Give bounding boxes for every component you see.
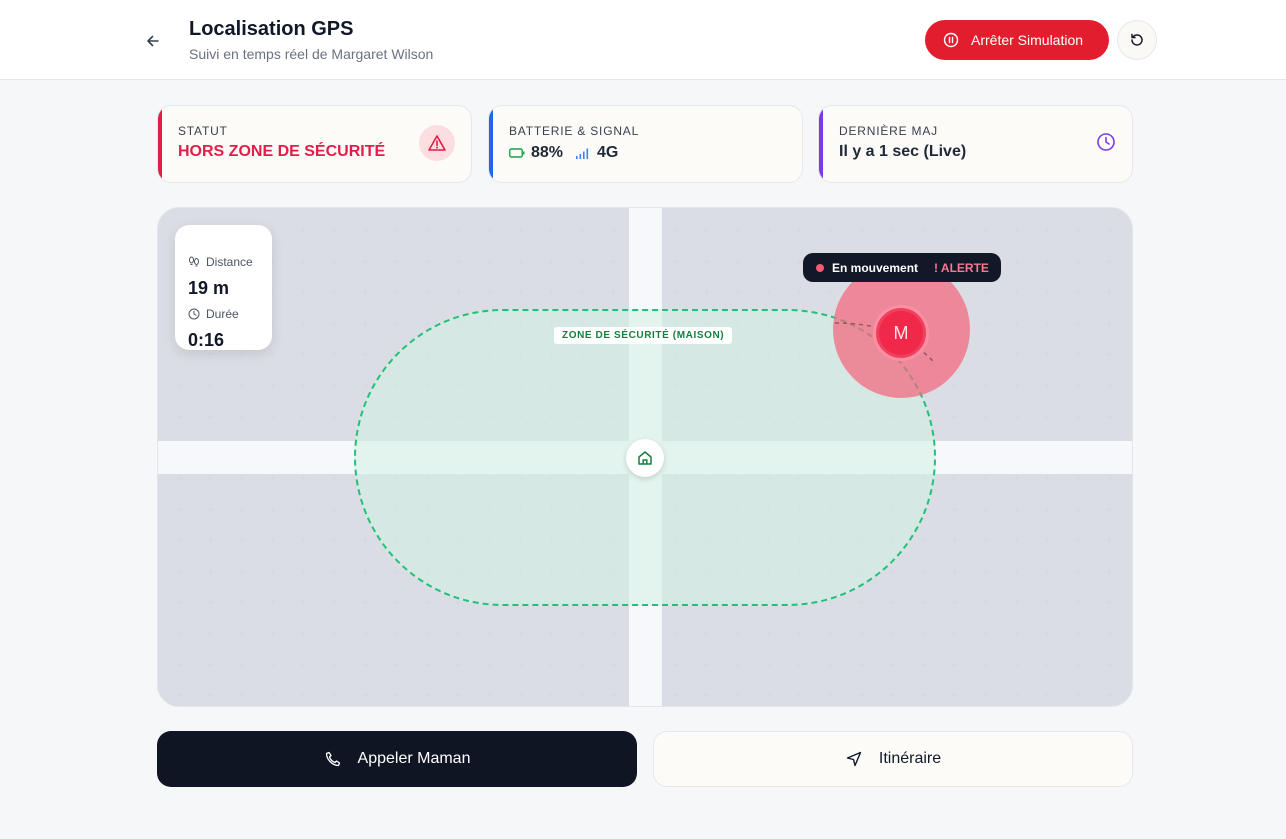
duration-value: 0:16 bbox=[188, 330, 225, 350]
status-card: STATUT HORS ZONE DE SÉCURITÉ bbox=[157, 105, 472, 183]
alert-label: ! ALERTE bbox=[934, 260, 989, 275]
stop-simulation-button[interactable]: Arrêter Simulation bbox=[925, 20, 1109, 60]
reset-button[interactable] bbox=[1117, 20, 1157, 60]
battery-icon bbox=[509, 148, 525, 158]
distance-value: 19 m bbox=[188, 278, 230, 298]
distance-row: Distance bbox=[188, 255, 253, 269]
status-accent bbox=[158, 106, 162, 182]
page-subtitle: Suivi en temps réel de Margaret Wilson bbox=[189, 46, 434, 62]
safety-zone-label: ZONE DE SÉCURITÉ (MAISON) bbox=[554, 327, 733, 344]
update-value: Il y a 1 sec (Live) bbox=[839, 143, 967, 160]
footprints-icon bbox=[189, 256, 199, 267]
signal-icon bbox=[576, 148, 589, 159]
duration-row: Durée bbox=[188, 307, 239, 321]
clock-small-icon bbox=[188, 308, 200, 320]
stop-simulation-label: Arrêter Simulation bbox=[971, 32, 1084, 48]
back-button[interactable] bbox=[140, 28, 166, 54]
phone-icon bbox=[325, 751, 340, 767]
update-label: DERNIÈRE MAJ bbox=[839, 124, 938, 138]
last-update-card: DERNIÈRE MAJ Il y a 1 sec (Live) bbox=[818, 105, 1133, 183]
warning-badge bbox=[419, 125, 455, 161]
signal-value: 4G bbox=[597, 144, 619, 161]
battery-signal-card: BATTERIE & SIGNAL 88% 4G bbox=[488, 105, 803, 183]
call-label: Appeler Maman bbox=[357, 750, 471, 767]
top-bar: Localisation GPS Suivi en temps réel de … bbox=[0, 0, 1286, 80]
distance-label: Distance bbox=[206, 255, 253, 269]
movement-status-pill: En mouvement ! ALERTE bbox=[803, 253, 1001, 282]
person-avatar: M bbox=[879, 311, 923, 355]
clock-icon bbox=[1097, 133, 1115, 151]
status-dot bbox=[816, 263, 824, 272]
route-label: Itinéraire bbox=[878, 750, 942, 767]
rotate-ccw-icon bbox=[1131, 33, 1143, 46]
alert-triangle-icon bbox=[428, 135, 446, 151]
home-marker[interactable] bbox=[626, 439, 664, 477]
page-title: Localisation GPS bbox=[189, 18, 354, 40]
duration-label: Durée bbox=[206, 307, 239, 321]
map-view[interactable]: ZONE DE SÉCURITÉ (MAISON) Distance 19 m … bbox=[157, 207, 1133, 707]
arrow-left-icon bbox=[147, 35, 159, 47]
call-button[interactable]: Appeler Maman bbox=[157, 731, 637, 787]
status-label: STATUT bbox=[178, 124, 228, 138]
battery-label: BATTERIE & SIGNAL bbox=[509, 124, 640, 138]
battery-accent bbox=[489, 106, 493, 182]
navigation-icon bbox=[846, 751, 862, 767]
trip-stats-panel: Distance 19 m Durée 0:16 bbox=[175, 225, 272, 350]
battery-value: 88% bbox=[531, 144, 564, 161]
pause-circle-icon bbox=[943, 32, 959, 48]
route-button[interactable]: Itinéraire bbox=[653, 731, 1133, 787]
update-accent bbox=[819, 106, 823, 182]
status-value: HORS ZONE DE SÉCURITÉ bbox=[178, 143, 386, 160]
movement-status: En mouvement bbox=[832, 260, 919, 275]
home-icon bbox=[638, 451, 652, 465]
person-marker[interactable]: M bbox=[873, 305, 929, 361]
